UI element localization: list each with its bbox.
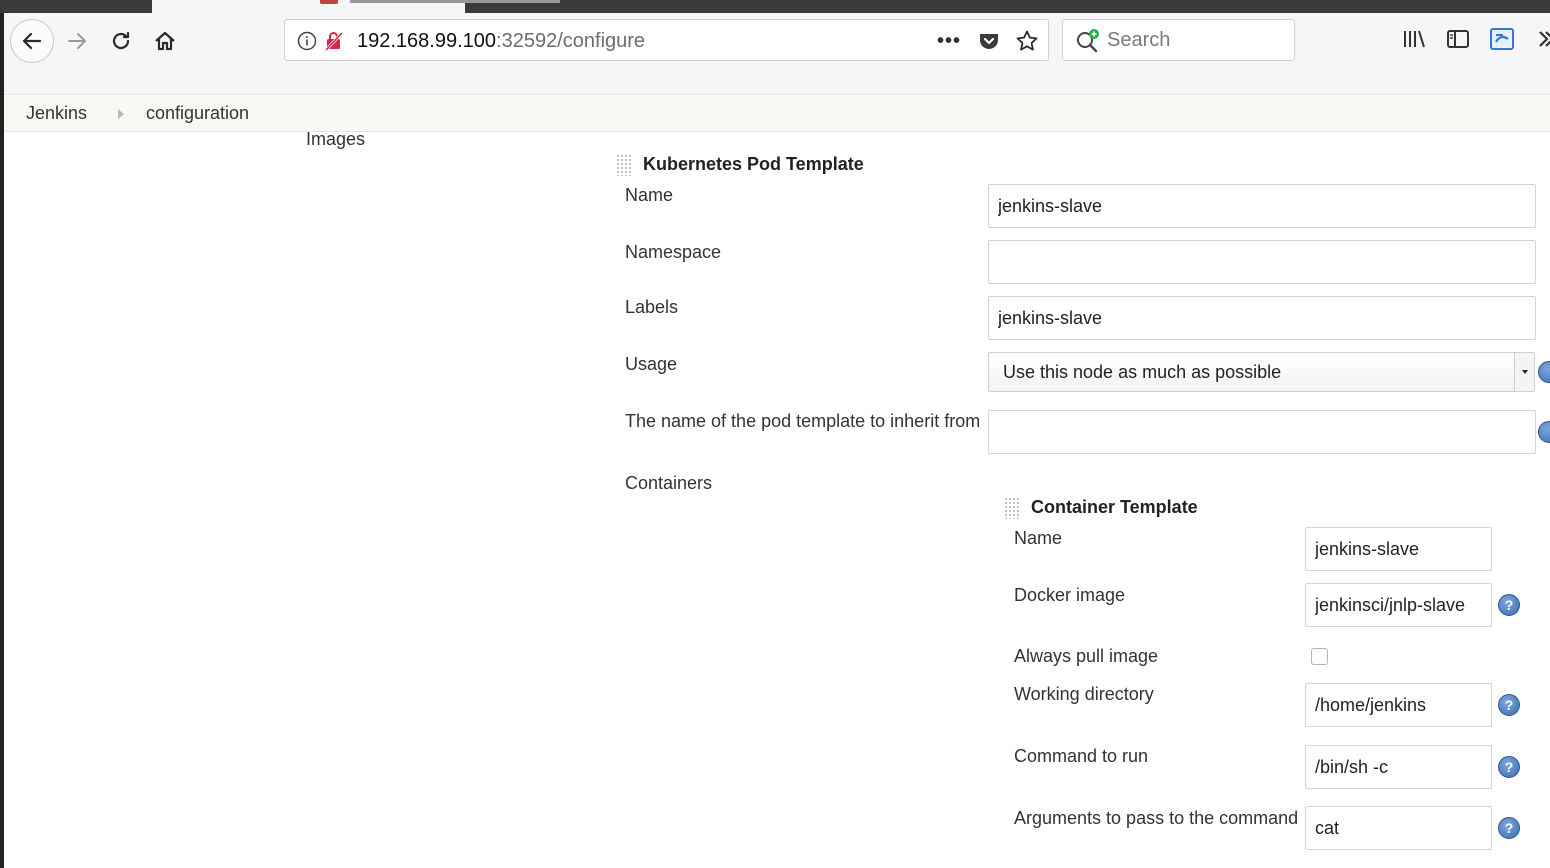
breadcrumb-jenkins-link[interactable]: Jenkins: [26, 103, 87, 124]
pod-template-title: Kubernetes Pod Template: [643, 154, 864, 174]
usage-help-icon[interactable]: [1538, 361, 1550, 383]
container-template-title: Container Template: [1031, 497, 1198, 517]
sidebar-icon[interactable]: [1444, 25, 1472, 53]
home-icon: [155, 31, 175, 51]
pod-labels-label: Labels: [625, 297, 679, 317]
images-section-label: Images: [306, 129, 366, 149]
arrow-left-icon: [22, 32, 42, 50]
window-edge: [0, 13, 4, 868]
url-text[interactable]: 192.168.99.100:32592/configure: [357, 30, 645, 52]
arguments-help-icon[interactable]: ?: [1498, 817, 1520, 839]
search-input[interactable]: [1107, 28, 1287, 52]
reload-button[interactable]: [104, 23, 138, 59]
pod-name-input[interactable]: [988, 184, 1536, 228]
command-help-icon[interactable]: ?: [1498, 756, 1520, 778]
home-button[interactable]: [148, 23, 182, 59]
chevron-down-icon[interactable]: [1514, 353, 1534, 391]
pocket-icon[interactable]: [977, 29, 1001, 53]
url-bar[interactable]: 192.168.99.100:32592/configure •••: [284, 19, 1049, 61]
pod-usage-selected-value: Use this node as much as possible: [1003, 362, 1282, 382]
arrow-right-icon: [68, 33, 86, 49]
page-actions-more-icon[interactable]: •••: [935, 28, 963, 54]
container-name-label: Name: [1014, 528, 1063, 548]
breadcrumb-chevron-icon[interactable]: [118, 109, 124, 119]
forward-button[interactable]: [60, 23, 94, 59]
browser-toolbar: 192.168.99.100:32592/configure •••: [0, 13, 1550, 95]
working-directory-help-icon[interactable]: ?: [1498, 694, 1520, 716]
arguments-label: Arguments to pass to the command: [1014, 808, 1299, 828]
reload-icon: [112, 31, 130, 50]
search-bar[interactable]: [1062, 19, 1295, 61]
pod-name-label: Name: [625, 185, 674, 205]
pod-usage-select[interactable]: Use this node as much as possible: [988, 352, 1535, 392]
back-button[interactable]: [10, 19, 54, 63]
pod-template-drag-handle[interactable]: [616, 154, 632, 176]
tab-title: [350, 0, 560, 3]
breadcrumb: Jenkins configuration: [4, 96, 1550, 132]
active-browser-tab[interactable]: [152, 0, 560, 13]
docker-image-help-icon[interactable]: ?: [1498, 594, 1520, 616]
tab-strip: [0, 0, 1550, 13]
screenshot-icon[interactable]: [1488, 25, 1516, 53]
working-directory-label: Working directory: [1014, 684, 1154, 704]
inherit-help-icon[interactable]: [1538, 421, 1550, 443]
pod-inherit-input[interactable]: [988, 410, 1536, 454]
container-name-input[interactable]: [1305, 527, 1492, 571]
docker-image-input[interactable]: [1305, 583, 1492, 627]
working-directory-input[interactable]: [1305, 683, 1492, 727]
pod-namespace-input[interactable]: [988, 240, 1536, 284]
pod-usage-label: Usage: [625, 354, 678, 374]
command-label: Command to run: [1014, 746, 1149, 766]
pod-inherit-label: The name of the pod template to inherit …: [625, 411, 981, 431]
always-pull-checkbox[interactable]: [1311, 648, 1328, 665]
containers-label: Containers: [625, 473, 713, 493]
insecure-lock-icon[interactable]: [323, 30, 345, 52]
breadcrumb-configuration-link[interactable]: configuration: [146, 103, 249, 124]
container-template-drag-handle[interactable]: [1004, 497, 1020, 519]
info-icon[interactable]: [297, 31, 317, 51]
always-pull-label: Always pull image: [1014, 646, 1159, 666]
arguments-input[interactable]: [1305, 806, 1492, 850]
library-icon[interactable]: [1400, 25, 1428, 53]
tab-favicon-icon: [320, 0, 338, 4]
search-icon: [1077, 29, 1099, 53]
url-path: :32592/configure: [496, 30, 646, 52]
pod-namespace-label: Namespace: [625, 242, 722, 262]
bookmark-star-icon[interactable]: [1015, 29, 1039, 53]
overflow-menu-icon[interactable]: [1532, 25, 1550, 53]
docker-image-label: Docker image: [1014, 585, 1126, 605]
command-input[interactable]: [1305, 745, 1492, 789]
pod-labels-input[interactable]: [988, 296, 1536, 340]
url-host: 192.168.99.100: [357, 30, 497, 52]
